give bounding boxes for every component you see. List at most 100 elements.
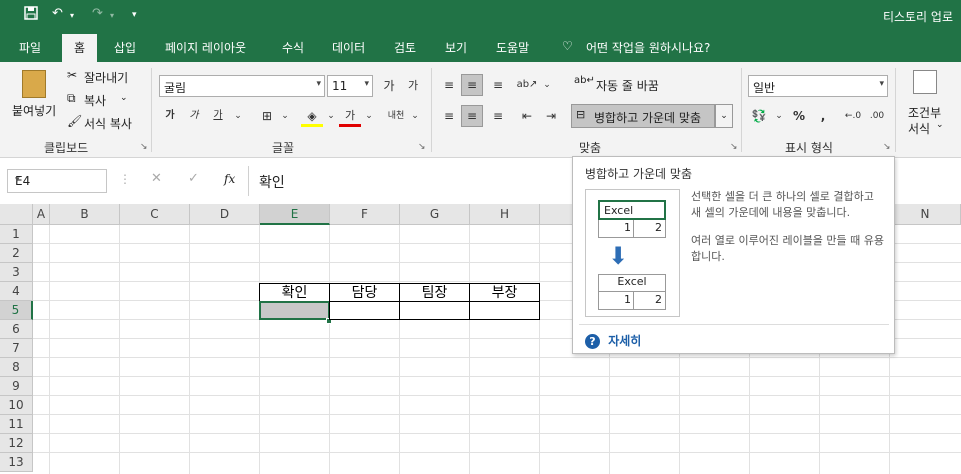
undo-dropdown-icon[interactable]: ▾ <box>70 11 74 20</box>
tab-formulas[interactable]: 수식 <box>282 39 304 56</box>
column-header-f[interactable]: F <box>330 204 400 225</box>
copy-button[interactable]: 복사 <box>84 92 106 109</box>
conditional-format-dropdown-icon[interactable]: ⌄ <box>936 120 944 130</box>
enter-icon[interactable]: ✓ <box>188 171 199 186</box>
tab-page-layout[interactable]: 페이지 레이아웃 <box>165 39 246 56</box>
font-color-dropdown-icon[interactable]: ⌄ <box>358 105 380 127</box>
cell-g5[interactable] <box>399 301 470 320</box>
row-header-9[interactable]: 9 <box>0 377 33 396</box>
tab-insert[interactable]: 삽입 <box>114 39 136 56</box>
row-header-8[interactable]: 8 <box>0 358 33 377</box>
row-header-4[interactable]: 4 <box>0 282 33 301</box>
column-header-e[interactable]: E <box>260 204 330 225</box>
row-header-5[interactable]: 5 <box>0 301 33 320</box>
number-launcher-icon[interactable]: ↘ <box>883 142 891 152</box>
tab-home[interactable]: 홈 <box>62 34 98 62</box>
font-name-combo[interactable]: 굴림 ▾ <box>159 75 325 97</box>
cell-e4[interactable]: 확인 <box>259 283 330 302</box>
conditional-format-label-1[interactable]: 조건부 <box>908 104 941 121</box>
decrease-decimal-icon[interactable]: .00 <box>866 105 888 127</box>
align-bottom-icon[interactable]: ≡ <box>487 74 509 96</box>
font-size-combo[interactable]: 11 ▾ <box>327 75 373 97</box>
percent-button[interactable]: % <box>788 105 810 127</box>
merge-center-label: 병합하고 가운데 맞춤 <box>594 111 701 125</box>
row-header-1[interactable]: 1 <box>0 225 33 244</box>
column-header-d[interactable]: D <box>190 204 260 225</box>
orientation-dropdown-icon[interactable]: ⌄ <box>536 74 558 96</box>
underline-icon[interactable]: 가 <box>207 105 229 127</box>
name-box[interactable]: E4 ▾ <box>7 169 107 193</box>
underline-dropdown-icon[interactable]: ⌄ <box>227 105 249 127</box>
number-format-combo[interactable]: 일반 ▾ <box>748 75 888 97</box>
format-painter-button[interactable]: 서식 복사 <box>84 115 132 132</box>
merge-center-button[interactable]: ⊟ 병합하고 가운데 맞춤 <box>571 104 715 128</box>
tab-help[interactable]: 도움말 <box>496 39 529 56</box>
merge-icon: ⊟ <box>576 108 586 121</box>
conditional-format-label-2[interactable]: 서식 <box>908 120 930 137</box>
align-left-icon[interactable]: ≡ <box>438 105 460 127</box>
formula-value: 확인 <box>259 175 285 191</box>
undo-icon[interactable]: ↶ <box>52 6 63 21</box>
increase-decimal-icon[interactable]: ←.0 <box>842 105 864 127</box>
align-middle-icon[interactable]: ≡ <box>461 74 483 96</box>
number-format-value: 일반 <box>753 81 776 95</box>
cell-e5[interactable] <box>259 301 330 320</box>
row-header-3[interactable]: 3 <box>0 263 33 282</box>
currency-dropdown-icon[interactable]: ⌄ <box>768 105 790 127</box>
clipboard-launcher-icon[interactable]: ↘ <box>140 142 148 152</box>
ribbon-tabs: 파일 홈 삽입 페이지 레이아웃 수식 데이터 검토 보기 도움말 ♡ 어떤 작… <box>0 32 961 62</box>
tell-me-input[interactable]: 어떤 작업을 원하시나요? <box>586 39 710 56</box>
row-header-13[interactable]: 13 <box>0 453 33 472</box>
increase-indent-icon[interactable]: ⇥ <box>540 105 562 127</box>
decrease-indent-icon[interactable]: ⇤ <box>516 105 538 127</box>
column-header-h[interactable]: H <box>470 204 540 225</box>
column-header-g[interactable]: G <box>400 204 470 225</box>
illus-label-top: Excel <box>604 204 634 217</box>
clipboard-group-label: 클립보드 <box>44 141 89 155</box>
border-dropdown-icon[interactable]: ⌄ <box>274 105 296 127</box>
align-center-icon[interactable]: ≡ <box>461 105 483 127</box>
column-header-a[interactable]: A <box>33 204 50 225</box>
font-launcher-icon[interactable]: ↘ <box>418 142 426 152</box>
row-header-12[interactable]: 12 <box>0 434 33 453</box>
cell-h5[interactable] <box>469 301 540 320</box>
tab-review[interactable]: 검토 <box>394 39 416 56</box>
row-header-11[interactable]: 11 <box>0 415 33 434</box>
copy-dropdown-icon[interactable]: ⌄ <box>120 93 128 103</box>
orientation-icon[interactable]: ab↗ <box>516 74 538 96</box>
save-icon[interactable] <box>24 6 38 24</box>
wrap-text-button[interactable]: 자동 줄 바꿈 <box>596 77 659 94</box>
select-all-corner[interactable] <box>0 204 33 225</box>
insert-function-icon[interactable]: fx <box>224 172 235 186</box>
alignment-launcher-icon[interactable]: ↘ <box>730 142 738 152</box>
paste-button[interactable]: 붙여넣기 <box>10 68 60 128</box>
tell-me-more-link[interactable]: ? 자세히 <box>585 332 641 349</box>
italic-icon[interactable]: 가 <box>183 105 205 127</box>
bold-icon[interactable]: 가 <box>159 105 181 127</box>
tab-file[interactable]: 파일 <box>19 39 41 56</box>
column-header-b[interactable]: B <box>50 204 120 225</box>
row-header-7[interactable]: 7 <box>0 339 33 358</box>
tab-view[interactable]: 보기 <box>445 39 467 56</box>
cell-f4[interactable]: 담당 <box>329 283 400 302</box>
row-header-6[interactable]: 6 <box>0 320 33 339</box>
cell-h4[interactable]: 부장 <box>469 283 540 302</box>
column-header-c[interactable]: C <box>120 204 190 225</box>
row-header-2[interactable]: 2 <box>0 244 33 263</box>
shrink-font-icon[interactable]: 가 <box>402 75 424 97</box>
cell-g4[interactable]: 팀장 <box>399 283 470 302</box>
currency-icon[interactable]: 💱 <box>748 105 770 127</box>
grow-font-icon[interactable]: 가 <box>378 75 400 97</box>
row-header-10[interactable]: 10 <box>0 396 33 415</box>
align-right-icon[interactable]: ≡ <box>487 105 509 127</box>
cancel-icon[interactable]: ✕ <box>151 171 162 186</box>
align-top-icon[interactable]: ≡ <box>438 74 460 96</box>
customize-icon[interactable]: ▾ <box>132 10 137 20</box>
phonetic-dropdown-icon[interactable]: ⌄ <box>404 105 426 127</box>
comma-button[interactable]: , <box>812 105 834 127</box>
column-header-n[interactable]: N <box>890 204 961 225</box>
merge-dropdown-button[interactable]: ⌄ <box>715 104 733 128</box>
cut-button[interactable]: 잘라내기 <box>84 69 128 86</box>
cell-f5[interactable] <box>329 301 400 320</box>
tab-data[interactable]: 데이터 <box>332 39 365 56</box>
